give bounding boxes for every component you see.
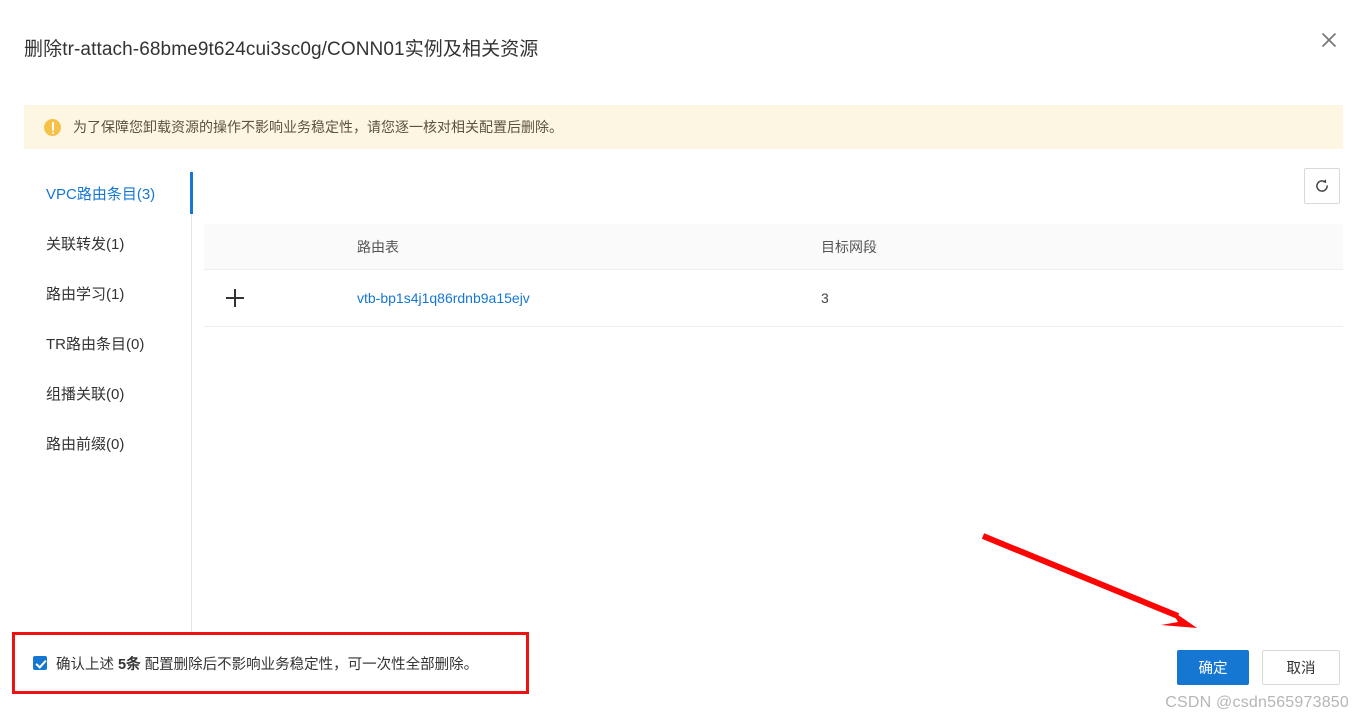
confirm-text-before: 确认上述	[56, 656, 119, 673]
delete-resource-dialog: 删除tr-attach-68bme9t624cui3sc0g/CONN01实例及…	[0, 0, 1367, 716]
sidebar-divider	[191, 170, 192, 632]
close-button[interactable]	[1311, 22, 1347, 58]
confirm-checkbox-label[interactable]: 确认上述 5条 配置删除后不影响业务稳定性，可一次性全部删除。	[56, 653, 478, 674]
content-pane: 路由表 目标网段 vtb-bp1s4j1q86rdnb9a15ejv 3	[204, 168, 1343, 632]
page-title: 删除tr-attach-68bme9t624cui3sc0g/CONN01实例及…	[24, 39, 539, 60]
table-cell-route-table: vtb-bp1s4j1q86rdnb9a15ejv	[278, 269, 808, 327]
ok-button[interactable]: 确定	[1177, 650, 1249, 685]
sidebar-item-label: TR路由条目(0)	[46, 335, 145, 353]
table-header-destination-cidr: 目标网段	[808, 224, 1343, 270]
table-header: 路由表 目标网段	[204, 224, 1343, 270]
sidebar-item-label: 关联转发(1)	[46, 235, 125, 253]
dialog-footer: 确认上述 5条 配置删除后不影响业务稳定性，可一次性全部删除。 确定 取消	[0, 632, 1367, 716]
confirm-text-after: 配置删除后不影响业务稳定性，可一次性全部删除。	[140, 656, 479, 673]
active-tab-indicator	[190, 172, 193, 214]
sidebar-item-label: 路由学习(1)	[46, 285, 125, 303]
sidebar-item-label: 组播关联(0)	[46, 385, 125, 403]
refresh-button[interactable]	[1304, 168, 1340, 204]
route-table-link[interactable]: vtb-bp1s4j1q86rdnb9a15ejv	[357, 290, 530, 306]
refresh-icon	[1314, 178, 1330, 194]
dialog-header: 删除tr-attach-68bme9t624cui3sc0g/CONN01实例及…	[0, 0, 1367, 88]
table-header-route-table: 路由表	[278, 224, 808, 270]
sidebar-item-tr-route-entries[interactable]: TR路由条目(0)	[24, 318, 191, 368]
table-cell-destination-cidr: 3	[808, 269, 1343, 327]
table-cell-expand	[204, 269, 278, 327]
confirm-count: 5条	[118, 656, 141, 673]
dialog-body: VPC路由条目(3) 关联转发(1) 路由学习(1) TR路由条目(0) 组播关…	[0, 168, 1367, 632]
sidebar-item-label: VPC路由条目(3)	[46, 185, 156, 203]
sidebar-item-route-prefix[interactable]: 路由前缀(0)	[24, 418, 191, 468]
sidebar-item-route-learning[interactable]: 路由学习(1)	[24, 268, 191, 318]
warning-banner: 为了保障您卸载资源的操作不影响业务稳定性，请您逐一核对相关配置后删除。	[24, 105, 1343, 149]
cancel-button[interactable]: 取消	[1262, 650, 1340, 685]
sidebar-item-association-forwarding[interactable]: 关联转发(1)	[24, 218, 191, 268]
table-body: vtb-bp1s4j1q86rdnb9a15ejv 3	[204, 269, 1343, 327]
resource-table: 路由表 目标网段 vtb-bp1s4j1q86rdnb9a15ejv 3	[204, 224, 1343, 327]
table-header-row: 路由表 目标网段	[204, 224, 1343, 270]
sidebar-item-vpc-route-entries[interactable]: VPC路由条目(3)	[24, 168, 191, 218]
sidebar-item-multicast-association[interactable]: 组播关联(0)	[24, 368, 191, 418]
close-icon	[1319, 30, 1339, 50]
watermark: CSDN @csdn565973850	[1165, 694, 1349, 711]
sidebar-item-label: 路由前缀(0)	[46, 435, 125, 453]
warning-banner-text: 为了保障您卸载资源的操作不影响业务稳定性，请您逐一核对相关配置后删除。	[73, 119, 563, 135]
confirm-checkbox[interactable]	[33, 656, 47, 670]
warning-circle-icon	[44, 118, 61, 136]
resource-category-sidebar: VPC路由条目(3) 关联转发(1) 路由学习(1) TR路由条目(0) 组播关…	[24, 168, 191, 632]
table-row: vtb-bp1s4j1q86rdnb9a15ejv 3	[204, 269, 1343, 327]
plus-icon[interactable]	[226, 289, 244, 307]
table-header-expand	[204, 224, 278, 270]
confirm-highlight-box: 确认上述 5条 配置删除后不影响业务稳定性，可一次性全部删除。	[12, 632, 529, 694]
